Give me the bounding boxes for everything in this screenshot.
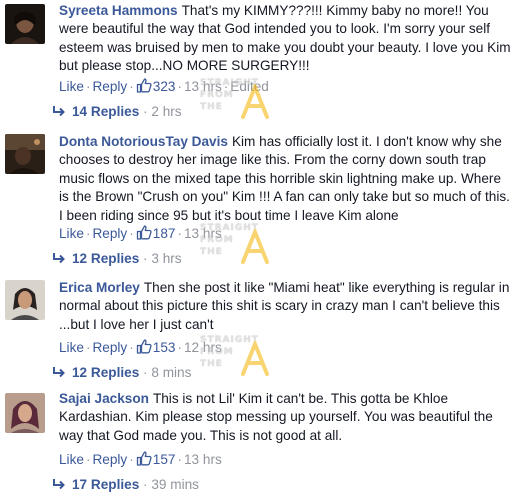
comment-body: Erica Morley Then she post it like "Miami…	[59, 279, 512, 334]
replies-time: 8 mins	[151, 365, 192, 380]
edited-label[interactable]: Edited	[230, 79, 269, 94]
reply-arrow-icon	[53, 479, 65, 490]
reply-link[interactable]: Reply	[92, 340, 127, 355]
like-link[interactable]: Like	[59, 79, 84, 94]
avatar[interactable]	[5, 280, 45, 320]
comment: Donta NotoriousTay Davis Kim has official…	[0, 132, 520, 282]
comment-body: Sajai Jackson This is not Lil' Kim it can…	[59, 390, 512, 445]
view-replies-link[interactable]: 14 Replies · 2 hrs	[52, 103, 182, 121]
comment-body: Syreeta Hammons That's my KIMMY???!!! Kim…	[59, 2, 512, 76]
replies-count[interactable]: 12 Replies	[72, 365, 139, 380]
comment-body: Donta NotoriousTay Davis Kim has official…	[59, 133, 512, 225]
author-name[interactable]: Sajai Jackson	[59, 391, 149, 406]
replies-count[interactable]: 14 Replies	[72, 104, 139, 119]
reply-arrow-icon	[53, 106, 65, 117]
like-count[interactable]: 323	[136, 78, 175, 94]
avatar[interactable]	[5, 393, 45, 433]
timestamp[interactable]: 13 hrs	[184, 79, 222, 94]
comment: Sajai Jackson This is not Lil' Kim it can…	[0, 390, 520, 498]
thumbs-up-icon	[136, 225, 152, 240]
comment-actions: Like · Reply · 187 · 13 hrs	[59, 225, 222, 241]
like-link[interactable]: Like	[59, 226, 84, 241]
avatar[interactable]	[5, 134, 45, 174]
reply-link[interactable]: Reply	[92, 452, 127, 467]
comment-actions: Like · Reply · 157 · 13 hrs	[59, 451, 222, 467]
timestamp[interactable]: 12 hrs	[184, 340, 222, 355]
author-name[interactable]: Syreeta Hammons	[59, 3, 178, 18]
comment: Erica Morley Then she post it like "Miami…	[0, 278, 520, 388]
thumbs-up-icon	[136, 339, 152, 354]
replies-count[interactable]: 17 Replies	[72, 477, 139, 492]
comment-actions: Like · Reply · 153 · 12 hrs	[59, 339, 222, 355]
thumbs-up-icon	[136, 78, 152, 93]
like-count[interactable]: 187	[136, 225, 175, 241]
like-link[interactable]: Like	[59, 340, 84, 355]
like-count[interactable]: 157	[136, 451, 175, 467]
like-link[interactable]: Like	[59, 452, 84, 467]
author-name[interactable]: Donta NotoriousTay Davis	[59, 134, 228, 149]
comment: Syreeta Hammons That's my KIMMY???!!! Kim…	[0, 0, 520, 132]
view-replies-link[interactable]: 17 Replies · 39 mins	[52, 476, 199, 494]
author-name[interactable]: Erica Morley	[59, 280, 140, 295]
replies-time: 3 hrs	[151, 251, 182, 266]
timestamp[interactable]: 13 hrs	[184, 452, 222, 467]
avatar[interactable]	[5, 4, 45, 44]
like-count[interactable]: 153	[136, 339, 175, 355]
replies-time: 39 mins	[151, 477, 199, 492]
replies-count[interactable]: 12 Replies	[72, 251, 139, 266]
comment-actions: Like · Reply · 323 · 13 hrs · Edited	[59, 78, 269, 94]
replies-time: 2 hrs	[151, 104, 182, 119]
reply-arrow-icon	[53, 253, 65, 264]
view-replies-link[interactable]: 12 Replies · 3 hrs	[52, 250, 182, 268]
reply-link[interactable]: Reply	[92, 79, 127, 94]
reply-link[interactable]: Reply	[92, 226, 127, 241]
thumbs-up-icon	[136, 451, 152, 466]
reply-arrow-icon	[53, 367, 65, 378]
timestamp[interactable]: 13 hrs	[184, 226, 222, 241]
view-replies-link[interactable]: 12 Replies · 8 mins	[52, 364, 191, 382]
